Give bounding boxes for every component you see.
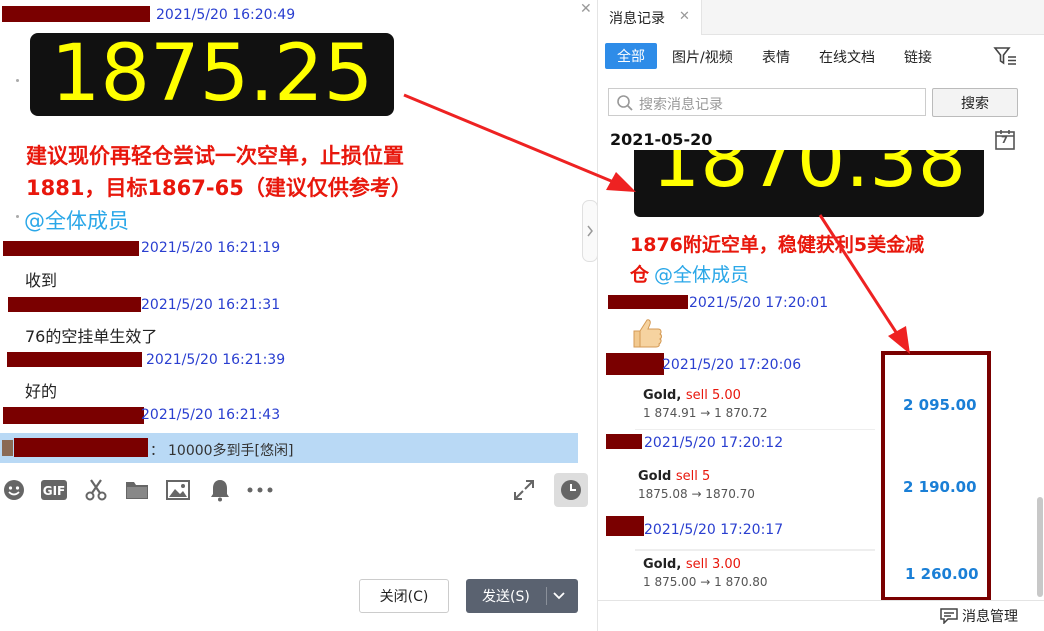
- send-label: 发送(S): [482, 589, 530, 605]
- chevron-right-icon: [587, 225, 593, 237]
- avatar: [2, 440, 13, 456]
- manage-icon: [940, 608, 958, 624]
- message-time: 2021/5/20 16:20:49: [156, 7, 296, 23]
- history-icon[interactable]: [554, 473, 588, 507]
- date-heading: 2021-05-20: [610, 130, 713, 149]
- panel-splitter[interactable]: [582, 200, 598, 262]
- trade-prices: 1875.08 → 1870.70: [638, 487, 755, 501]
- chat-panel: ✕ 2021/5/20 16:20:49 1875.25 建议现价再轻仓尝试一次…: [0, 0, 597, 631]
- close-icon[interactable]: ✕: [580, 2, 594, 16]
- redacted-sender: [3, 241, 139, 256]
- bell-icon[interactable]: [207, 477, 233, 503]
- message-text: 好的: [25, 382, 58, 401]
- message-time: 2021/5/20 16:21:39: [146, 352, 286, 368]
- record-time: 2021/5/20 17:20:01: [689, 295, 829, 311]
- trade-prices: 1 874.91 → 1 870.72: [643, 406, 768, 420]
- gif-icon[interactable]: GIF: [41, 477, 67, 503]
- message-text: 收到: [25, 271, 58, 290]
- filter-stickers[interactable]: 表情: [762, 47, 790, 67]
- chevron-down-icon[interactable]: [552, 585, 566, 609]
- redacted-sender: [606, 434, 642, 449]
- svg-text:GIF: GIF: [43, 484, 66, 498]
- record-time: 2021/5/20 17:20:06: [662, 357, 802, 373]
- image-icon[interactable]: [165, 477, 191, 503]
- filter-label: 全部: [617, 49, 645, 65]
- advice-line-1: 1876附近空单，稳健获利5美金减: [630, 234, 925, 256]
- tab-title: 消息记录: [609, 11, 665, 27]
- search-icon: [617, 95, 633, 111]
- advice-line-2: 1881，目标1867-65（建议仅供参考）: [26, 176, 412, 200]
- close-button[interactable]: 关闭(C): [359, 579, 449, 613]
- advice-line-1: 建议现价再轻仓尝试一次空单，止损位置: [26, 144, 404, 168]
- redacted-sender: [606, 353, 664, 375]
- record-time: 2021/5/20 17:20:12: [644, 435, 784, 451]
- redacted-sender: [8, 297, 141, 312]
- filter-media[interactable]: 图片/视频: [672, 47, 733, 67]
- quote-price: 1870.38: [651, 150, 967, 204]
- filter-icon[interactable]: [993, 45, 1017, 67]
- price-quote-image: 1875.25: [30, 33, 394, 116]
- message-history-panel: 消息记录 ✕ 全部 图片/视频 表情 在线文档 链接 搜索消息记录 搜索 202…: [597, 0, 1044, 631]
- calendar-icon[interactable]: 7: [995, 129, 1015, 150]
- mention-all[interactable]: @全体成员: [654, 260, 749, 287]
- redacted-sender: [14, 438, 148, 457]
- trade-card: Gold sell 5 1875.08 → 1870.70: [635, 465, 875, 510]
- scrollbar[interactable]: [1037, 497, 1043, 597]
- trade-symbol: Gold: [638, 469, 672, 484]
- record-time: 2021/5/20 17:20:17: [644, 522, 784, 538]
- advice-line-2: 仓: [630, 264, 650, 286]
- trade-title: Gold, sell 5.00: [643, 388, 875, 403]
- message-time: 2021/5/20 16:21:19: [141, 240, 281, 256]
- tab-message-history[interactable]: 消息记录 ✕: [598, 0, 702, 35]
- search-placeholder: 搜索消息记录: [639, 97, 723, 113]
- message-text: 76的空挂单生效了: [25, 327, 158, 346]
- calendar-day: 7: [1001, 135, 1008, 146]
- reply-bar[interactable]: ： 10000多到手[悠闲]: [0, 433, 578, 463]
- thumbs-up-icon: [630, 316, 664, 350]
- footer-divider: [598, 600, 1044, 601]
- filter-all[interactable]: 全部: [605, 43, 657, 69]
- filter-docs[interactable]: 在线文档: [819, 47, 875, 67]
- quote-price: 1875.25: [50, 29, 374, 119]
- mention-all[interactable]: @全体成员: [24, 205, 129, 235]
- expand-icon[interactable]: [511, 477, 537, 503]
- trade-side: sell 5.00: [685, 388, 741, 403]
- trade-card: Gold, sell 3.00 1 875.00 → 1 870.80: [635, 549, 875, 596]
- close-icon[interactable]: ✕: [679, 9, 690, 24]
- send-button[interactable]: 发送(S): [466, 579, 578, 613]
- send-divider: [546, 587, 547, 605]
- trade-side: sell 5: [675, 469, 711, 484]
- trade-side: sell 3.00: [685, 557, 741, 572]
- message-manage-button[interactable]: 消息管理: [940, 606, 1018, 626]
- redacted-sender: [606, 516, 644, 536]
- scissors-icon[interactable]: [83, 477, 109, 503]
- price-quote-image: 1870.38: [634, 150, 984, 217]
- emoji-icon[interactable]: [1, 477, 27, 503]
- trade-title: Gold sell 5: [638, 469, 875, 484]
- search-button[interactable]: 搜索: [932, 88, 1018, 117]
- trade-symbol: Gold,: [643, 557, 682, 572]
- filter-links[interactable]: 链接: [904, 47, 932, 67]
- redacted-sender: [608, 295, 688, 309]
- more-icon[interactable]: [247, 477, 273, 503]
- redacted-sender: [3, 407, 144, 424]
- redacted-sender: [7, 352, 142, 367]
- message-time: 2021/5/20 16:21:31: [141, 297, 281, 313]
- trade-symbol: Gold,: [643, 388, 682, 403]
- manage-label: 消息管理: [962, 609, 1018, 625]
- message-time: 2021/5/20 16:21:43: [141, 407, 281, 423]
- redacted-sender: [2, 6, 150, 22]
- reply-text: 10000多到手[悠闲]: [168, 443, 294, 459]
- reply-separator: ：: [150, 443, 164, 459]
- trade-prices: 1 875.00 → 1 870.80: [643, 575, 768, 589]
- trade-card: Gold, sell 5.00 1 874.91 → 1 870.72: [635, 384, 875, 430]
- trade-title: Gold, sell 3.00: [643, 557, 875, 572]
- amount-highlight-box: [881, 351, 991, 601]
- search-input[interactable]: 搜索消息记录: [608, 88, 926, 116]
- folder-icon[interactable]: [124, 477, 150, 503]
